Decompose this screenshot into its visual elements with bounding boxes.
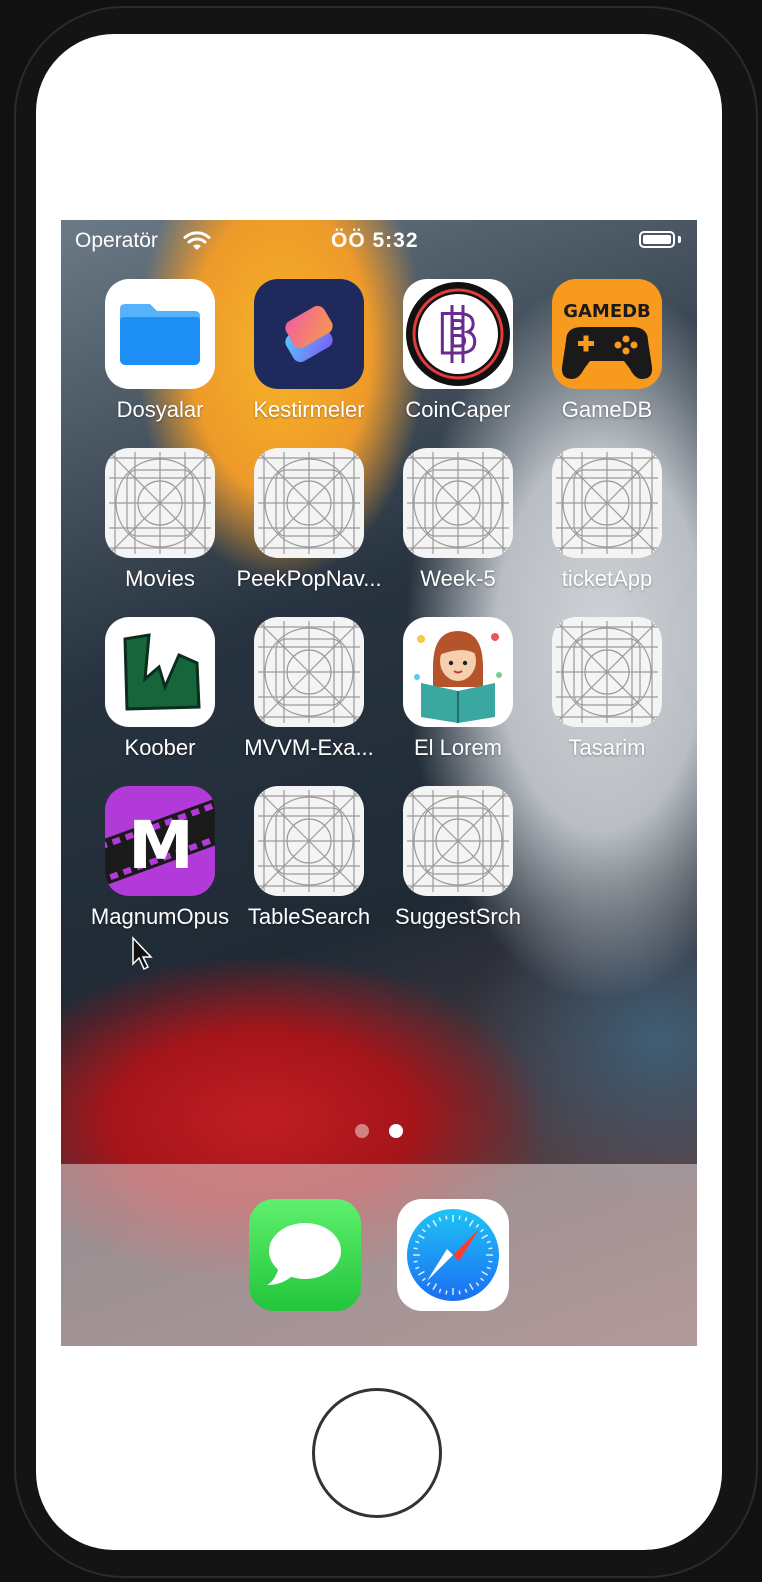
- gamedb-gamepad-icon: GAMEDB: [552, 279, 662, 389]
- placeholder-app-icon: [105, 448, 215, 558]
- reading-girl-icon: [403, 617, 513, 727]
- app-ticketapp[interactable]: ticketApp: [532, 448, 682, 608]
- app-label: Kestirmeler: [253, 397, 365, 422]
- app-label: Koober: [124, 735, 196, 760]
- app-tablesearch[interactable]: TableSearch: [234, 786, 384, 946]
- bitcoin-icon: B: [403, 279, 513, 389]
- app-koober[interactable]: Koober: [85, 617, 235, 777]
- app-label: El Lorem: [413, 735, 503, 760]
- koober-icon: [105, 617, 215, 727]
- app-label: Tasarim: [568, 735, 646, 760]
- app-dosyalar[interactable]: Dosyalar: [85, 279, 235, 439]
- app-label: MagnumOpus: [90, 904, 230, 929]
- status-bar: Operatör ÖÖ 5:32: [61, 220, 697, 262]
- placeholder-app-icon: [403, 786, 513, 896]
- app-peekpopnav[interactable]: PeekPopNav...: [234, 448, 384, 608]
- carrier-label: Operatör: [75, 229, 158, 252]
- app-label: GameDB: [561, 397, 653, 422]
- page-dot-1[interactable]: [355, 1124, 369, 1138]
- app-suggestsrch[interactable]: SuggestSrch: [383, 786, 533, 946]
- app-el-lorem[interactable]: El Lorem: [383, 617, 533, 777]
- placeholder-app-icon: [552, 448, 662, 558]
- app-label: Dosyalar: [116, 397, 204, 422]
- app-coincaper[interactable]: B CoinCaper: [383, 279, 533, 439]
- app-label: CoinCaper: [405, 397, 511, 422]
- home-screen: Operatör ÖÖ 5:32 Dosyalar Kestirmeler B …: [61, 220, 697, 1346]
- app-label: Movies: [125, 566, 195, 591]
- app-kestirmeler[interactable]: Kestirmeler: [234, 279, 384, 439]
- placeholder-app-icon: [403, 448, 513, 558]
- wifi-icon: [183, 231, 211, 250]
- app-label: TableSearch: [247, 904, 371, 929]
- dock: [61, 1164, 697, 1346]
- placeholder-app-icon: [254, 786, 364, 896]
- shortcuts-icon: [254, 279, 364, 389]
- safari-compass-icon[interactable]: [397, 1199, 509, 1311]
- placeholder-app-icon: [254, 617, 364, 727]
- placeholder-app-icon: [552, 617, 662, 727]
- page-dot-2[interactable]: [389, 1124, 403, 1138]
- app-magnumopus[interactable]: M MagnumOpus: [85, 786, 235, 946]
- app-label: Week-5: [420, 566, 496, 591]
- app-movies[interactable]: Movies: [85, 448, 235, 608]
- app-tasarim[interactable]: Tasarim: [532, 617, 682, 777]
- home-button[interactable]: [312, 1388, 442, 1518]
- app-week-5[interactable]: Week-5: [383, 448, 533, 608]
- app-label: MVVM-Exa...: [244, 735, 374, 760]
- magnumopus-letter: M: [128, 807, 194, 884]
- files-folder-icon: [105, 279, 215, 389]
- battery-icon: [639, 231, 675, 248]
- mouse-cursor-icon: [132, 936, 153, 971]
- gamedb-wordmark: GAMEDB: [563, 301, 651, 322]
- magnumopus-film-icon: M: [105, 786, 215, 896]
- svg-text:B: B: [437, 303, 478, 366]
- app-label: SuggestSrch: [395, 904, 521, 929]
- app-label: ticketApp: [561, 566, 653, 591]
- status-time: ÖÖ 5:32: [331, 229, 419, 252]
- app-label: PeekPopNav...: [236, 566, 382, 591]
- page-indicator[interactable]: [351, 1124, 411, 1140]
- app-gamedb[interactable]: GAMEDB GameDB: [532, 279, 682, 439]
- app-mvvm-example[interactable]: MVVM-Exa...: [234, 617, 384, 777]
- messages-icon[interactable]: [249, 1199, 361, 1311]
- placeholder-app-icon: [254, 448, 364, 558]
